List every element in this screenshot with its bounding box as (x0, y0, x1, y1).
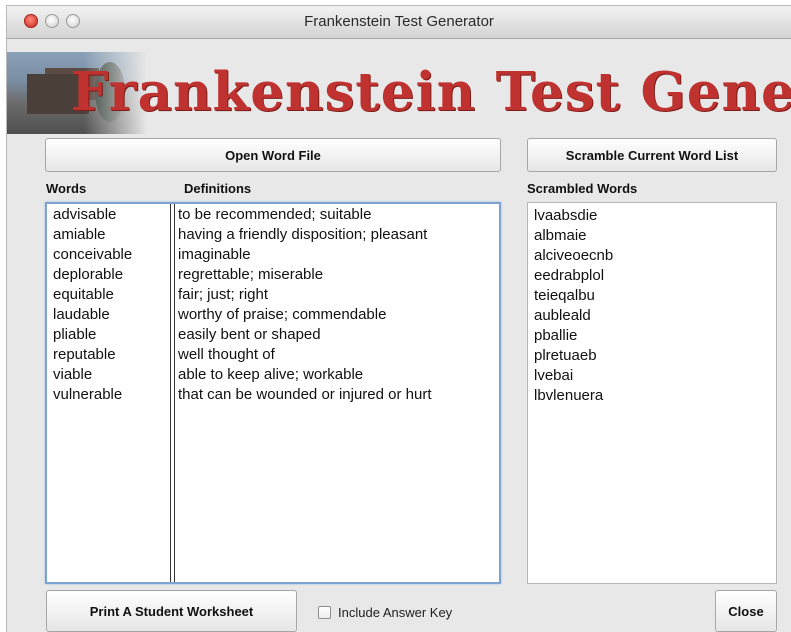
word-item[interactable]: deplorable (53, 265, 132, 285)
definition-item[interactable]: regrettable; miserable (178, 265, 432, 285)
word-item[interactable]: vulnerable (53, 385, 132, 405)
word-item[interactable]: pliable (53, 325, 132, 345)
close-button[interactable]: Close (715, 590, 777, 632)
scrambled-word-item[interactable]: eedrabplol (534, 266, 613, 286)
column-divider[interactable] (170, 204, 175, 582)
scrambled-column: lvaabsdie albmaie alciveoecnb eedrabplol tei… (534, 206, 613, 406)
definition-item[interactable]: worthy of praise; commendable (178, 305, 432, 325)
open-word-file-button[interactable]: Open Word File (45, 138, 501, 172)
definition-item[interactable]: that can be wounded or injured or hurt (178, 385, 432, 405)
word-item[interactable]: viable (53, 365, 132, 385)
include-answer-key-label: Include Answer Key (338, 604, 453, 620)
word-item[interactable]: equitable (53, 285, 132, 305)
scrambled-word-item[interactable]: plretuaeb (534, 346, 613, 366)
banner: Frankenstein Test Generator (7, 46, 791, 138)
scramble-word-list-button[interactable]: Scramble Current Word List (527, 138, 777, 172)
definition-item[interactable]: fair; just; right (178, 285, 432, 305)
words-column: advisable amiable conceivable deplorable equ… (53, 205, 132, 405)
word-item[interactable]: laudable (53, 305, 132, 325)
words-header: Words (46, 181, 87, 196)
scrambled-words-header: Scrambled Words (527, 181, 638, 196)
word-item[interactable]: reputable (53, 345, 132, 365)
include-answer-key-option[interactable]: Include Answer Key (318, 603, 452, 621)
print-student-worksheet-button[interactable]: Print A Student Worksheet (46, 590, 297, 632)
include-answer-key-checkbox[interactable] (318, 605, 331, 619)
word-item[interactable]: advisable (53, 205, 132, 225)
scrambled-word-item[interactable]: pballie (534, 326, 613, 346)
scrambled-word-item[interactable]: alciveoecnb (534, 246, 613, 266)
word-item[interactable]: amiable (53, 225, 132, 245)
definition-item[interactable]: imaginable (178, 245, 432, 265)
definition-item[interactable]: easily bent or shaped (178, 325, 432, 345)
title-bar[interactable]: Frankenstein Test Generator (7, 6, 791, 39)
word-item[interactable]: conceivable (53, 245, 132, 265)
definition-item[interactable]: having a friendly disposition; pleasant (178, 225, 432, 245)
scrambled-word-item[interactable]: aubleald (534, 306, 613, 326)
scrambled-word-item[interactable]: teieqalbu (534, 286, 613, 306)
definitions-column: to be recommended; suitable having a frie… (178, 205, 432, 405)
definition-item[interactable]: to be recommended; suitable (178, 205, 432, 225)
scrambled-words-list[interactable]: lvaabsdie albmaie alciveoecnb eedrabplol tei… (527, 202, 777, 584)
scrambled-word-item[interactable]: lvebai (534, 366, 613, 386)
definitions-header: Definitions (184, 181, 252, 196)
scrambled-word-item[interactable]: albmaie (534, 226, 613, 246)
definition-item[interactable]: able to keep alive; workable (178, 365, 432, 385)
window-title: Frankenstein Test Generator (304, 13, 494, 30)
definition-item[interactable]: well thought of (178, 345, 432, 365)
banner-title: Frankenstein Test Generator (71, 61, 791, 123)
app-window: Frankenstein Test Generator Frankenstein… (7, 6, 791, 632)
scrambled-word-item[interactable]: lbvlenuera (534, 386, 613, 406)
word-definition-list[interactable]: advisable amiable conceivable deplorable equ… (45, 202, 501, 584)
scrambled-word-item[interactable]: lvaabsdie (534, 206, 613, 226)
